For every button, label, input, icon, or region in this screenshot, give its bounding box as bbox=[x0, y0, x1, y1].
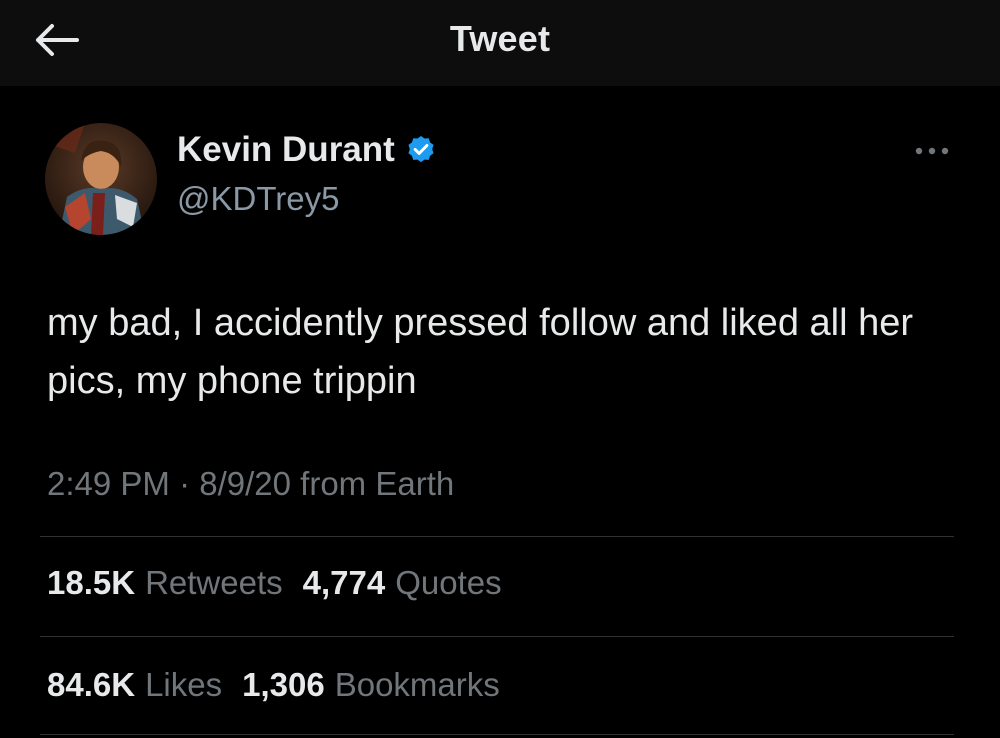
bookmarks-label: Bookmarks bbox=[334, 666, 500, 703]
quotes-count: 4,774 bbox=[302, 564, 386, 601]
retweets-count: 18.5K bbox=[47, 564, 136, 601]
verified-badge-icon bbox=[408, 136, 434, 163]
stats-row-likes: 84.6K Likes 1,306 Bookmarks bbox=[47, 666, 520, 704]
retweets-label: Retweets bbox=[145, 564, 283, 601]
tweet-source: from Earth bbox=[300, 465, 455, 502]
divider bbox=[40, 734, 954, 735]
likes-stat[interactable]: 84.6K Likes bbox=[47, 666, 222, 704]
author-name-row: Kevin Durant bbox=[177, 130, 437, 170]
tweet-meta: 2:49 PM · 8/9/20 from Earth bbox=[47, 465, 454, 503]
avatar-image bbox=[45, 123, 157, 235]
avatar[interactable] bbox=[45, 123, 157, 235]
likes-label: Likes bbox=[145, 666, 223, 703]
page-title: Tweet bbox=[449, 18, 551, 59]
author-handle[interactable]: @KDTrey5 bbox=[177, 180, 339, 218]
top-bar: Tweet bbox=[0, 0, 1000, 86]
divider bbox=[40, 536, 954, 537]
bookmarks-stat[interactable]: 1,306 Bookmarks bbox=[242, 666, 500, 704]
quotes-label: Quotes bbox=[395, 564, 502, 601]
likes-count: 84.6K bbox=[47, 666, 136, 703]
divider bbox=[40, 636, 954, 637]
bookmarks-count: 1,306 bbox=[242, 666, 325, 703]
more-horizontal-icon bbox=[915, 147, 949, 155]
retweets-stat[interactable]: 18.5K Retweets bbox=[47, 564, 283, 602]
tweet-text: my bad, I accidently pressed follow and … bbox=[47, 302, 914, 402]
tweet-date[interactable]: 8/9/20 bbox=[199, 465, 291, 502]
meta-separator: · bbox=[179, 465, 191, 502]
more-options-button[interactable] bbox=[910, 136, 954, 166]
quotes-stat[interactable]: 4,774 Quotes bbox=[303, 564, 502, 602]
author-name[interactable]: Kevin Durant bbox=[177, 130, 395, 170]
stats-row-retweets: 18.5K Retweets 4,774 Quotes bbox=[47, 564, 522, 602]
tweet-time[interactable]: 2:49 PM bbox=[47, 465, 170, 502]
